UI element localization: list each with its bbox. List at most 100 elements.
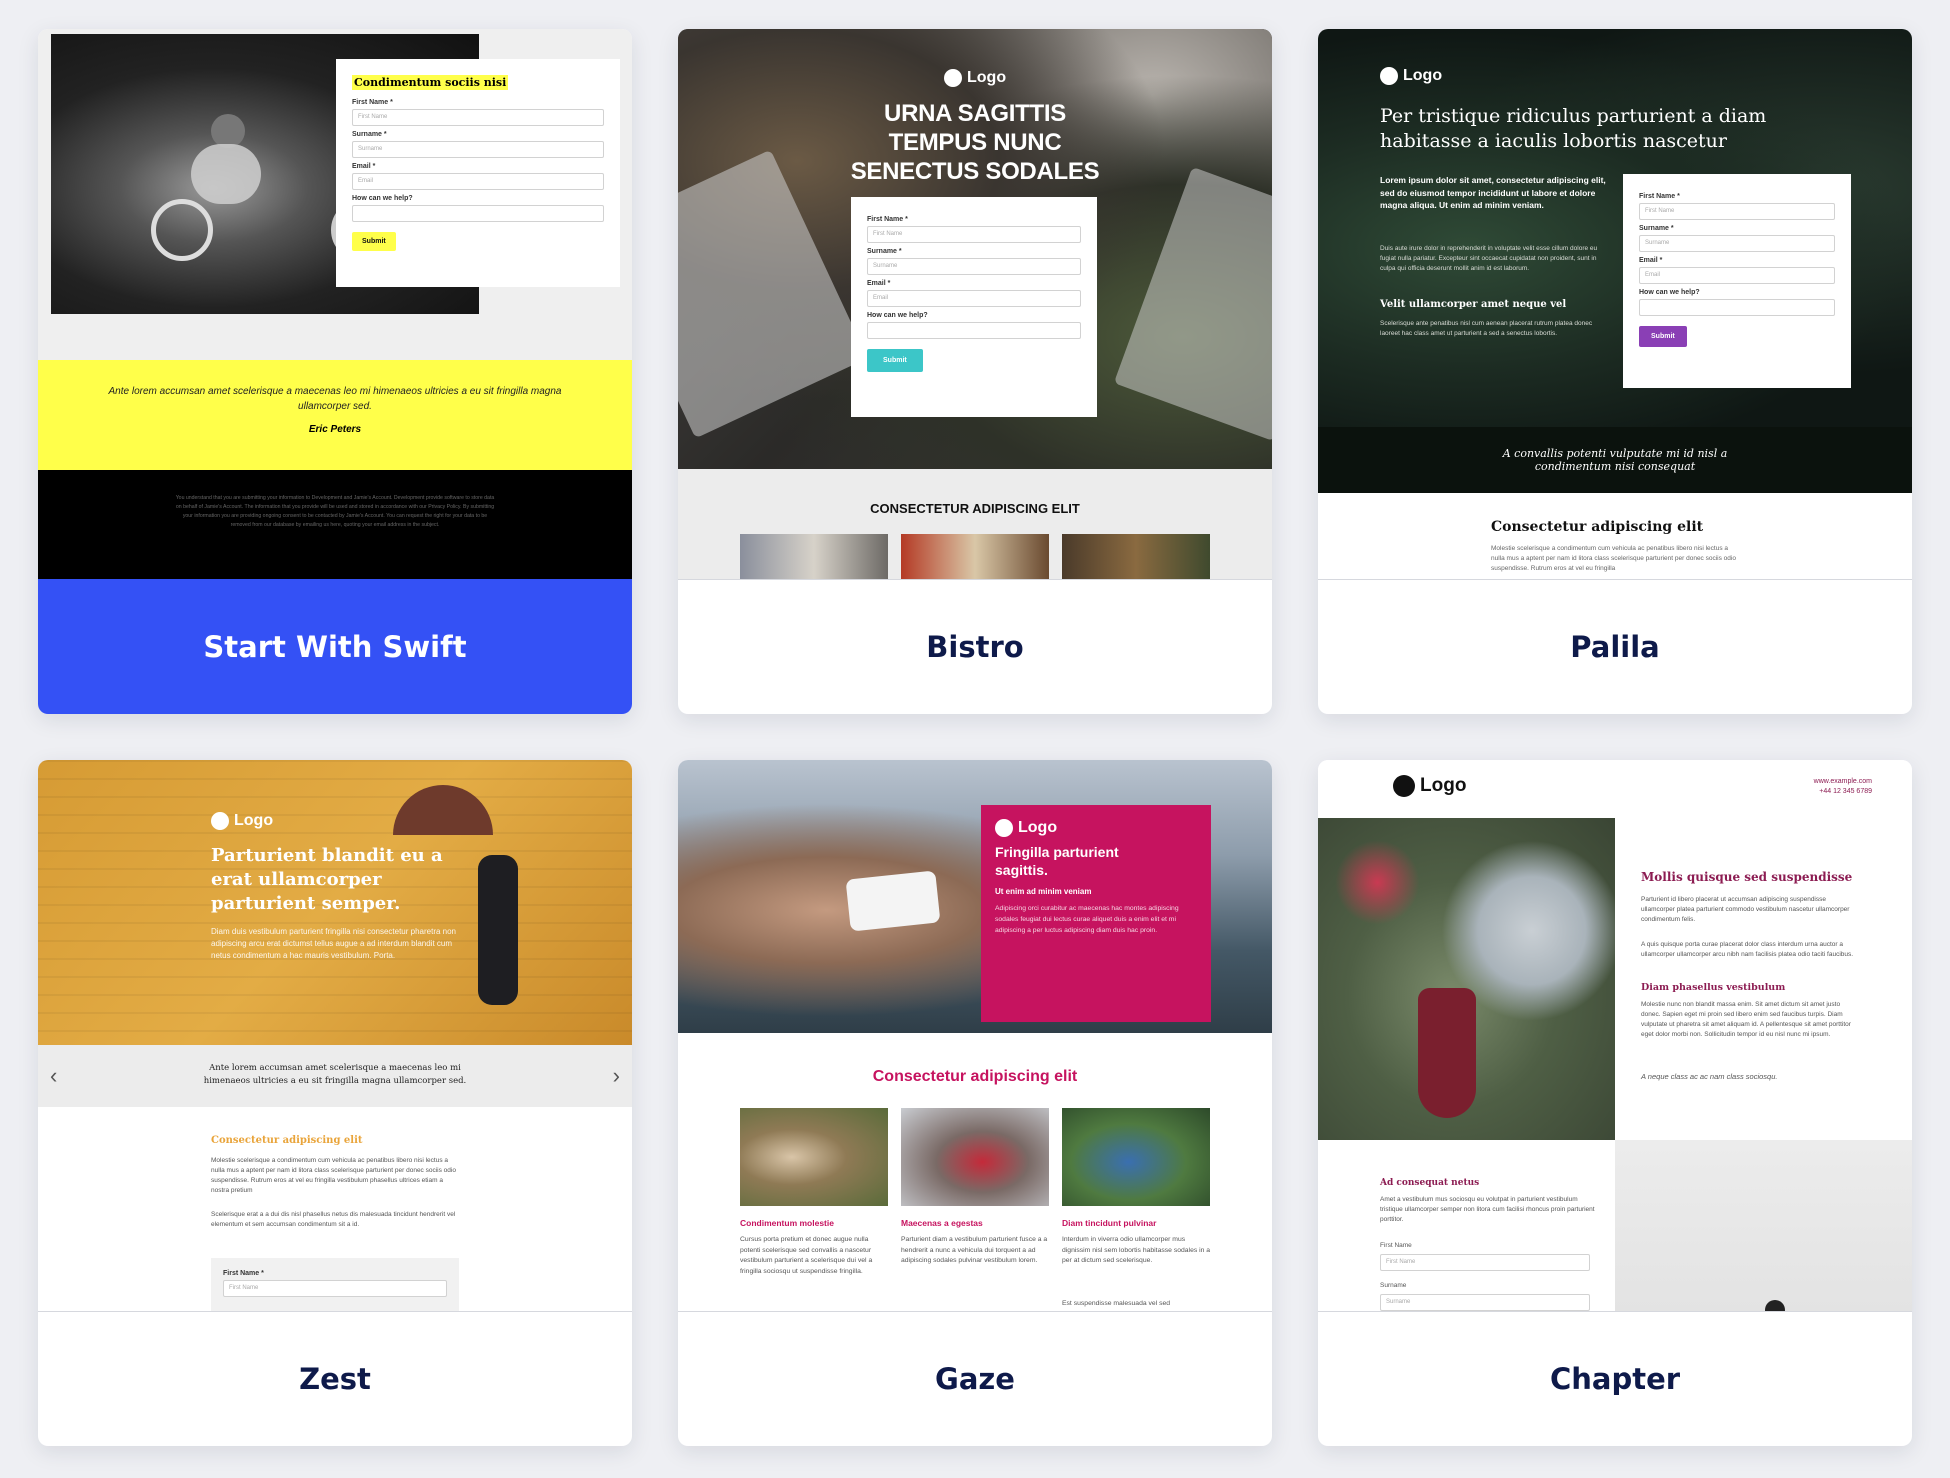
feature-body: Interdum in viverra odio ullamcorper mus… <box>1062 1236 1211 1264</box>
template-preview: Logo www.example.com +44 12 345 6789 Mol… <box>1318 760 1912 1311</box>
first-name-input[interactable]: First Name <box>223 1280 447 1297</box>
email-input[interactable]: Email <box>1639 267 1835 284</box>
template-card-start-with-swift[interactable]: Condimentum sociis nisi First Name * Fir… <box>38 29 632 714</box>
field-label-email: Email * <box>867 280 891 287</box>
surname-input[interactable]: Surname <box>1639 235 1835 252</box>
food-thumb <box>740 534 888 579</box>
surname-input[interactable]: Surname <box>352 141 604 158</box>
hero-body: Diam duis vestibulum parturient fringill… <box>211 927 457 960</box>
quote-band: Ante lorem accumsan amet scelerisque a m… <box>38 360 632 470</box>
food-thumb <box>901 534 1049 579</box>
submit-button[interactable]: Submit <box>867 349 923 372</box>
chevron-right-icon[interactable]: › <box>613 1063 620 1089</box>
template-preview: Logo URNA SAGITTIS TEMPUS NUNC SENECTUS … <box>678 29 1272 579</box>
first-name-input[interactable]: First Name <box>1639 203 1835 220</box>
template-card-zest[interactable]: Logo Parturient blandit eu a erat ullamc… <box>38 760 632 1446</box>
template-title[interactable]: Start With Swift <box>38 579 632 714</box>
field-label-help: How can we help? <box>1639 289 1700 296</box>
field-label-first-name: First Name <box>1380 1242 1412 1249</box>
help-input[interactable] <box>867 322 1081 339</box>
feature-title: Condimentum molestie <box>740 1218 834 1228</box>
field-label-surname: Surname * <box>352 131 387 138</box>
form-title: Ad consequat netus <box>1380 1178 1480 1188</box>
quote-author: Eric Peters <box>308 424 362 435</box>
banner-text: A convallis potenti vulputate mi id nisl… <box>1502 447 1728 473</box>
quote-banner: A convallis potenti vulputate mi id nisl… <box>1318 427 1912 493</box>
feature-body: Parturient diam a vestibulum parturient … <box>901 1236 1048 1264</box>
brand-logo: Logo <box>944 69 1006 87</box>
field-label-help: How can we help? <box>352 195 413 202</box>
section-body: Molestie scelerisque a condimentum cum v… <box>1491 545 1736 572</box>
template-card-gaze[interactable]: Logo Fringilla parturient sagittis. Ut e… <box>678 760 1272 1446</box>
template-title[interactable]: Zest <box>38 1311 632 1446</box>
section-body: Molestie scelerisque a condimentum cum v… <box>211 1157 456 1194</box>
help-input[interactable] <box>1639 299 1835 316</box>
submit-button[interactable]: Submit <box>352 232 396 251</box>
hero-headline: Fringilla parturient sagittis. <box>995 844 1119 878</box>
hero-body-2: A quis quisque porta curae placerat dolo… <box>1641 941 1854 958</box>
field-label-surname: Surname <box>1380 1282 1407 1289</box>
section-title: CONSECTETUR ADIPISCING ELIT <box>870 501 1080 516</box>
email-input[interactable]: Email <box>352 173 604 190</box>
brand-logo: Logo <box>1393 775 1466 797</box>
template-title[interactable]: Chapter <box>1318 1311 1912 1446</box>
submit-button[interactable]: Submit <box>1639 326 1687 347</box>
form-heading: Condimentum sociis nisi <box>352 75 509 90</box>
lead-text: Lorem ipsum dolor sit amet, consectetur … <box>1380 175 1606 210</box>
hero-body-3: Molestie nunc non blandit massa enim. Si… <box>1641 1001 1851 1038</box>
section-title: Consectetur adipiscing elit <box>872 1068 1078 1085</box>
form-body: Amet a vestibulum mus sociosqu eu volutp… <box>1380 1196 1595 1223</box>
template-title[interactable]: Bistro <box>678 579 1272 714</box>
template-title[interactable]: Gaze <box>678 1311 1272 1446</box>
section-title: Consectetur adipiscing elit <box>1491 519 1704 535</box>
first-name-input[interactable]: First Name <box>352 109 604 126</box>
cyclist-figure <box>151 104 393 264</box>
logo-icon <box>211 812 229 830</box>
hero-headline: Parturient blandit eu a erat ullamcorper… <box>211 845 443 914</box>
brand-logo: Logo <box>211 812 273 830</box>
section-title: Consectetur adipiscing elit <box>211 1135 363 1146</box>
first-name-input[interactable]: First Name <box>867 226 1081 243</box>
contact-form: Condimentum sociis nisi First Name * Fir… <box>336 59 620 287</box>
contact-url[interactable]: www.example.com <box>1814 778 1872 785</box>
chevron-left-icon[interactable]: ‹ <box>50 1063 57 1089</box>
feature-title: Diam tincidunt pulvinar <box>1062 1218 1157 1228</box>
hero-panel: Logo Fringilla parturient sagittis. Ut e… <box>981 805 1211 1022</box>
brand-logo: Logo <box>1380 67 1442 85</box>
logo-icon <box>995 819 1013 837</box>
hero-headline: Per tristique ridiculus parturient a dia… <box>1380 105 1767 152</box>
feature-image <box>740 1108 888 1206</box>
template-card-palila[interactable]: Logo Per tristique ridiculus parturient … <box>1318 29 1912 714</box>
surname-input[interactable]: Surname <box>1380 1294 1590 1311</box>
woman-figure <box>1418 988 1476 1118</box>
testimonial-slider: ‹ Ante lorem accumsan amet scelerisque a… <box>38 1045 632 1107</box>
mini-form: First Name * First Name <box>211 1258 459 1311</box>
hero-body: Adipiscing orci curabitur ac maecenas ha… <box>995 905 1179 934</box>
field-label-first-name: First Name * <box>352 99 393 106</box>
hero-headline: Mollis quisque sed suspendisse <box>1641 870 1853 884</box>
footer-text: You understand that you are submitting y… <box>175 495 495 528</box>
template-preview: Logo Fringilla parturient sagittis. Ut e… <box>678 760 1272 1311</box>
feature-image <box>901 1108 1049 1206</box>
feature-body-2: Est suspendisse malesuada vel sed <box>1062 1300 1171 1307</box>
template-card-bistro[interactable]: Logo URNA SAGITTIS TEMPUS NUNC SENECTUS … <box>678 29 1272 714</box>
feature-body: Cursus porta pretium et donec augue null… <box>740 1236 873 1275</box>
body-text: Duis aute irure dolor in reprehenderit i… <box>1380 245 1598 272</box>
logo-icon <box>1380 67 1398 85</box>
jumping-figure <box>478 855 518 1005</box>
feature-image <box>1062 1108 1210 1206</box>
template-card-chapter[interactable]: Logo www.example.com +44 12 345 6789 Mol… <box>1318 760 1912 1446</box>
food-thumb <box>1062 534 1210 579</box>
help-input[interactable] <box>352 205 604 222</box>
template-preview: Condimentum sociis nisi First Name * Fir… <box>38 29 632 579</box>
email-input[interactable]: Email <box>867 290 1081 307</box>
field-label-first-name: First Name * <box>867 216 908 223</box>
surname-input[interactable]: Surname <box>867 258 1081 275</box>
field-label-first-name: First Name * <box>1639 193 1680 200</box>
phone-shape <box>845 870 941 932</box>
field-label-surname: Surname * <box>1639 225 1674 232</box>
template-title[interactable]: Palila <box>1318 579 1912 714</box>
first-name-input[interactable]: First Name <box>1380 1254 1590 1271</box>
field-label-surname: Surname * <box>867 248 902 255</box>
field-label-email: Email * <box>1639 257 1663 264</box>
